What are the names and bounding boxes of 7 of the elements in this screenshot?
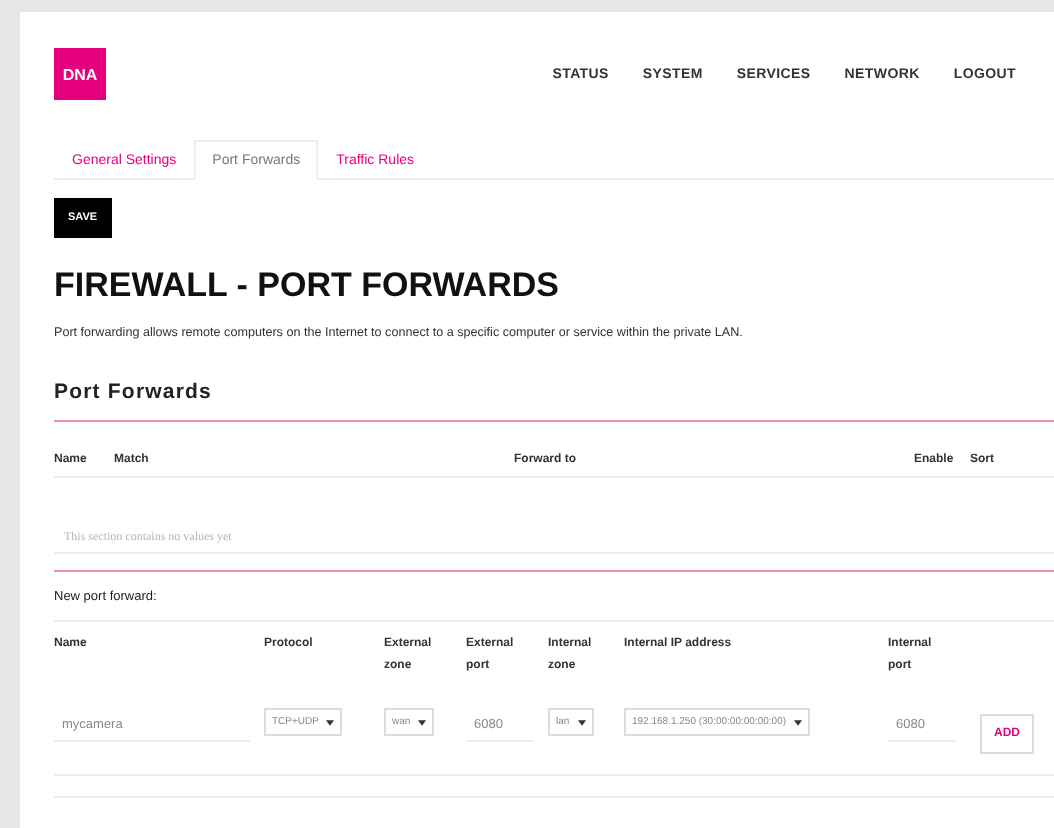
caret-icon bbox=[794, 719, 803, 725]
page-title: FIREWALL - PORT FORWARDS bbox=[54, 266, 561, 306]
caret-icon bbox=[577, 719, 586, 725]
caret-icon bbox=[418, 719, 427, 725]
logo: DNA bbox=[54, 48, 106, 100]
caret-icon bbox=[326, 719, 335, 725]
section-title: Port Forwards bbox=[54, 380, 214, 404]
